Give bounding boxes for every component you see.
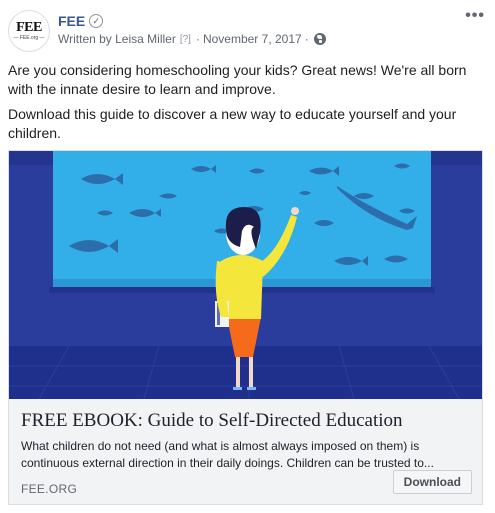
link-attachment[interactable]: FREE EBOOK: Guide to Self-Directed Educa… — [8, 150, 483, 505]
post-message: Are you considering homeschooling your k… — [8, 61, 485, 149]
globe-icon[interactable] — [313, 33, 326, 45]
download-button[interactable]: Download — [392, 470, 472, 494]
feed-post: FEE — FEE.org — FEE ✓ Written by Leisa M… — [0, 0, 495, 513]
separator-dot: · — [195, 32, 200, 46]
post-meta: Written by Leisa Miller [?] · November 7… — [58, 31, 326, 47]
avatar-logo-text: FEE — [16, 20, 42, 35]
message-paragraph: Download this guide to discover a new wa… — [8, 106, 457, 141]
page-avatar[interactable]: FEE — FEE.org — — [8, 10, 50, 52]
description-line: What children do not need (and what is a… — [21, 439, 420, 453]
page-name-link[interactable]: FEE — [58, 12, 85, 30]
more-options-icon[interactable]: ••• — [465, 8, 485, 24]
help-link[interactable]: [?] — [180, 34, 191, 45]
avatar-logo-subtext: — FEE.org — — [13, 35, 45, 41]
attachment-info[interactable]: FREE EBOOK: Guide to Self-Directed Educa… — [9, 399, 482, 504]
aquarium-illustration — [9, 151, 482, 399]
separator-dot: · — [304, 32, 309, 46]
post-header: FEE — FEE.org — FEE ✓ Written by Leisa M… — [8, 8, 487, 52]
attachment-title[interactable]: FREE EBOOK: Guide to Self-Directed Educa… — [21, 409, 470, 433]
author-line: Written by Leisa Miller — [58, 32, 176, 46]
page-name-row: FEE ✓ — [58, 12, 104, 30]
attachment-domain: FEE.ORG — [21, 482, 78, 496]
verified-badge-icon: ✓ — [89, 14, 104, 28]
attachment-description: What children do not need (and what is a… — [21, 438, 470, 472]
message-paragraph: Are you considering homeschooling your k… — [8, 62, 467, 97]
post-date-link[interactable]: November 7, 2017 — [203, 32, 302, 46]
attachment-image[interactable] — [9, 151, 482, 399]
